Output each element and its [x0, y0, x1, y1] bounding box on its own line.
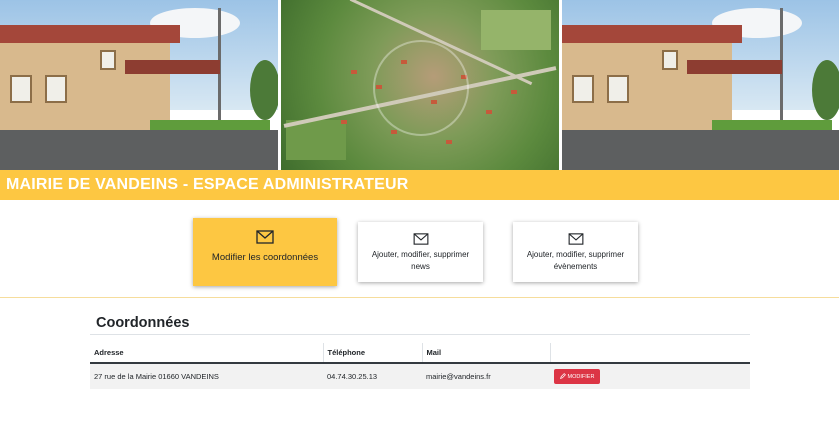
action-cell: MODIFIER	[550, 363, 750, 389]
section-divider	[90, 334, 750, 335]
town-hall-photo	[0, 0, 278, 170]
divider	[0, 297, 839, 298]
pencil-icon	[560, 373, 566, 379]
column-header-address: Adresse	[90, 343, 323, 364]
envelope-icon	[256, 230, 274, 244]
phone-cell: 04.74.30.25.13	[323, 363, 422, 389]
table-row: 27 rue de la Mairie 01660 VANDEINS 04.74…	[90, 363, 750, 389]
header-banner	[0, 0, 839, 170]
envelope-icon	[413, 233, 428, 245]
town-hall-photo-2	[562, 0, 839, 170]
mail-cell: mairie@vandeins.fr	[422, 363, 550, 389]
contact-table: Adresse Téléphone Mail 27 rue de la Mair…	[90, 343, 750, 389]
page-title: MAIRIE DE VANDEINS - ESPACE ADMINISTRATE…	[6, 176, 409, 193]
edit-contact-info-button[interactable]: Modifier les coordonnées	[193, 218, 337, 286]
manage-news-button[interactable]: Ajouter, modifier, supprimer news	[358, 222, 483, 282]
modify-button[interactable]: MODIFIER	[554, 369, 601, 384]
table-header-row: Adresse Téléphone Mail	[90, 343, 750, 364]
manage-events-button[interactable]: Ajouter, modifier, supprimer évènements	[513, 222, 638, 282]
edit-contact-info-label: Modifier les coordonnées	[211, 252, 319, 263]
title-bar: MAIRIE DE VANDEINS - ESPACE ADMINISTRATE…	[0, 170, 839, 200]
column-header-mail: Mail	[421, 343, 550, 364]
manage-news-label: Ajouter, modifier, supprimer news	[371, 250, 470, 271]
section-title: Coordonnées	[96, 315, 190, 331]
village-aerial-photo	[281, 0, 559, 170]
column-header-actions	[549, 343, 750, 364]
address-cell: 27 rue de la Mairie 01660 VANDEINS	[90, 363, 323, 389]
modify-button-label: MODIFIER	[567, 374, 595, 380]
column-header-phone: Téléphone	[322, 343, 422, 364]
manage-events-label: Ajouter, modifier, supprimer évènements	[526, 250, 625, 271]
envelope-icon	[568, 233, 583, 245]
